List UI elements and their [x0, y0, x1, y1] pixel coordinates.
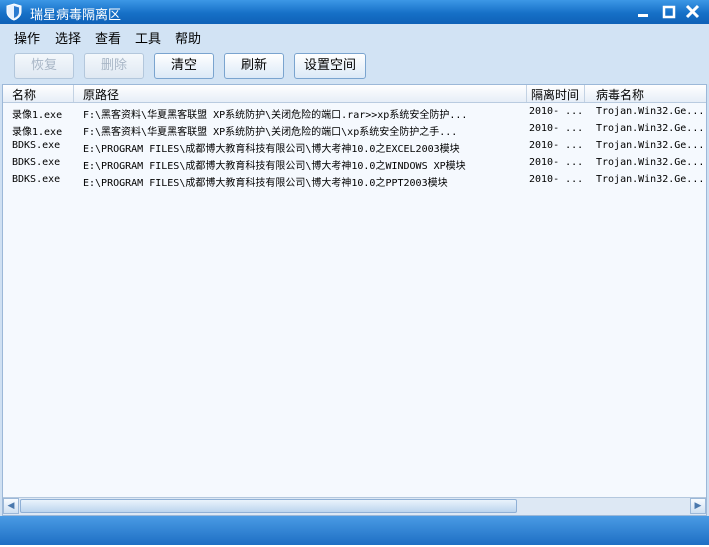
cell-name: 录像1.exe — [12, 110, 63, 121]
column-header-name[interactable]: 名称 — [12, 86, 36, 103]
table-row[interactable]: 录像1.exe F:\黑客资料\华夏黑客联盟 XP系统防护\关闭危险的端口\xp… — [3, 120, 706, 138]
cell-name: BDKS.exe — [12, 140, 61, 151]
cell-virus: Trojan.Win32.Ge... — [596, 174, 704, 185]
close-icon — [685, 4, 700, 19]
cell-time: 2010- ... — [529, 174, 583, 185]
delete-button[interactable]: 删除 — [84, 53, 144, 79]
quarantine-window: 瑞星病毒隔离区 操作 选择 查看 工具 帮助 恢复 删除 清空 刷新 设置空间 … — [0, 0, 709, 545]
title-bar[interactable]: 瑞星病毒隔离区 — [0, 0, 709, 24]
scroll-right-button[interactable]: ▶ — [690, 498, 706, 514]
cell-time: 2010- ... — [529, 106, 583, 117]
menu-select[interactable]: 选择 — [55, 28, 81, 47]
cell-time: 2010- ... — [529, 140, 583, 151]
menu-operate[interactable]: 操作 — [14, 28, 40, 47]
cell-path: E:\PROGRAM FILES\成都博大教育科技有限公司\博大考神10.0之E… — [83, 144, 460, 155]
menu-view[interactable]: 查看 — [95, 28, 121, 47]
minimize-icon — [638, 14, 648, 17]
column-divider[interactable] — [73, 85, 74, 102]
cell-virus: Trojan.Win32.Ge... — [596, 157, 704, 168]
column-header-path[interactable]: 原路径 — [83, 86, 119, 103]
menu-tools[interactable]: 工具 — [135, 28, 161, 47]
menu-bar: 操作 选择 查看 工具 帮助 — [0, 24, 709, 47]
shield-icon — [6, 3, 22, 21]
cell-path: F:\黑客资料\华夏黑客联盟 XP系统防护\关闭危险的端口.rar>>xp系统安… — [83, 110, 468, 121]
cell-path: E:\PROGRAM FILES\成都博大教育科技有限公司\博大考神10.0之P… — [83, 178, 448, 189]
cell-name: BDKS.exe — [12, 157, 61, 168]
toolbar: 恢复 删除 清空 刷新 设置空间 — [0, 46, 709, 84]
cell-name: BDKS.exe — [12, 174, 61, 185]
cell-virus: Trojan.Win32.Ge... — [596, 140, 704, 151]
column-divider[interactable] — [584, 85, 585, 102]
table-row[interactable]: BDKS.exe E:\PROGRAM FILES\成都博大教育科技有限公司\博… — [3, 154, 706, 172]
column-divider[interactable] — [526, 85, 527, 102]
chevron-right-icon: ▶ — [694, 501, 702, 511]
cell-name: 录像1.exe — [12, 127, 63, 138]
status-bar — [0, 516, 709, 545]
cell-virus: Trojan.Win32.Ge... — [596, 123, 704, 134]
table-row[interactable]: 录像1.exe F:\黑客资料\华夏黑客联盟 XP系统防护\关闭危险的端口.ra… — [3, 103, 706, 121]
window-title: 瑞星病毒隔离区 — [30, 8, 122, 23]
table-row[interactable]: BDKS.exe E:\PROGRAM FILES\成都博大教育科技有限公司\博… — [3, 137, 706, 155]
cell-path: E:\PROGRAM FILES\成都博大教育科技有限公司\博大考神10.0之W… — [83, 161, 466, 172]
restore-button[interactable]: 恢复 — [14, 53, 74, 79]
set-space-button[interactable]: 设置空间 — [294, 53, 366, 79]
cell-path: F:\黑客资料\华夏黑客联盟 XP系统防护\关闭危险的端口\xp系统安全防护之手… — [83, 127, 458, 138]
maximize-icon — [662, 5, 676, 19]
minimize-button[interactable] — [633, 3, 653, 21]
cell-virus: Trojan.Win32.Ge... — [596, 106, 704, 117]
menu-help[interactable]: 帮助 — [175, 28, 201, 47]
refresh-button[interactable]: 刷新 — [224, 53, 284, 79]
quarantine-list[interactable]: 名称 原路径 隔离时间 病毒名称 录像1.exe F:\黑客资料\华夏黑客联盟 … — [2, 84, 707, 516]
horizontal-scrollbar[interactable]: ◀ ▶ — [3, 497, 706, 515]
clear-button[interactable]: 清空 — [154, 53, 214, 79]
chevron-left-icon: ◀ — [7, 501, 15, 511]
scroll-thumb[interactable] — [20, 499, 517, 513]
list-header: 名称 原路径 隔离时间 病毒名称 — [3, 85, 706, 103]
close-button[interactable] — [683, 3, 703, 21]
cell-time: 2010- ... — [529, 123, 583, 134]
column-header-virus[interactable]: 病毒名称 — [596, 86, 644, 103]
column-header-time[interactable]: 隔离时间 — [531, 86, 579, 103]
scroll-left-button[interactable]: ◀ — [3, 498, 19, 514]
table-row[interactable]: BDKS.exe E:\PROGRAM FILES\成都博大教育科技有限公司\博… — [3, 171, 706, 189]
maximize-button[interactable] — [659, 3, 679, 21]
cell-time: 2010- ... — [529, 157, 583, 168]
